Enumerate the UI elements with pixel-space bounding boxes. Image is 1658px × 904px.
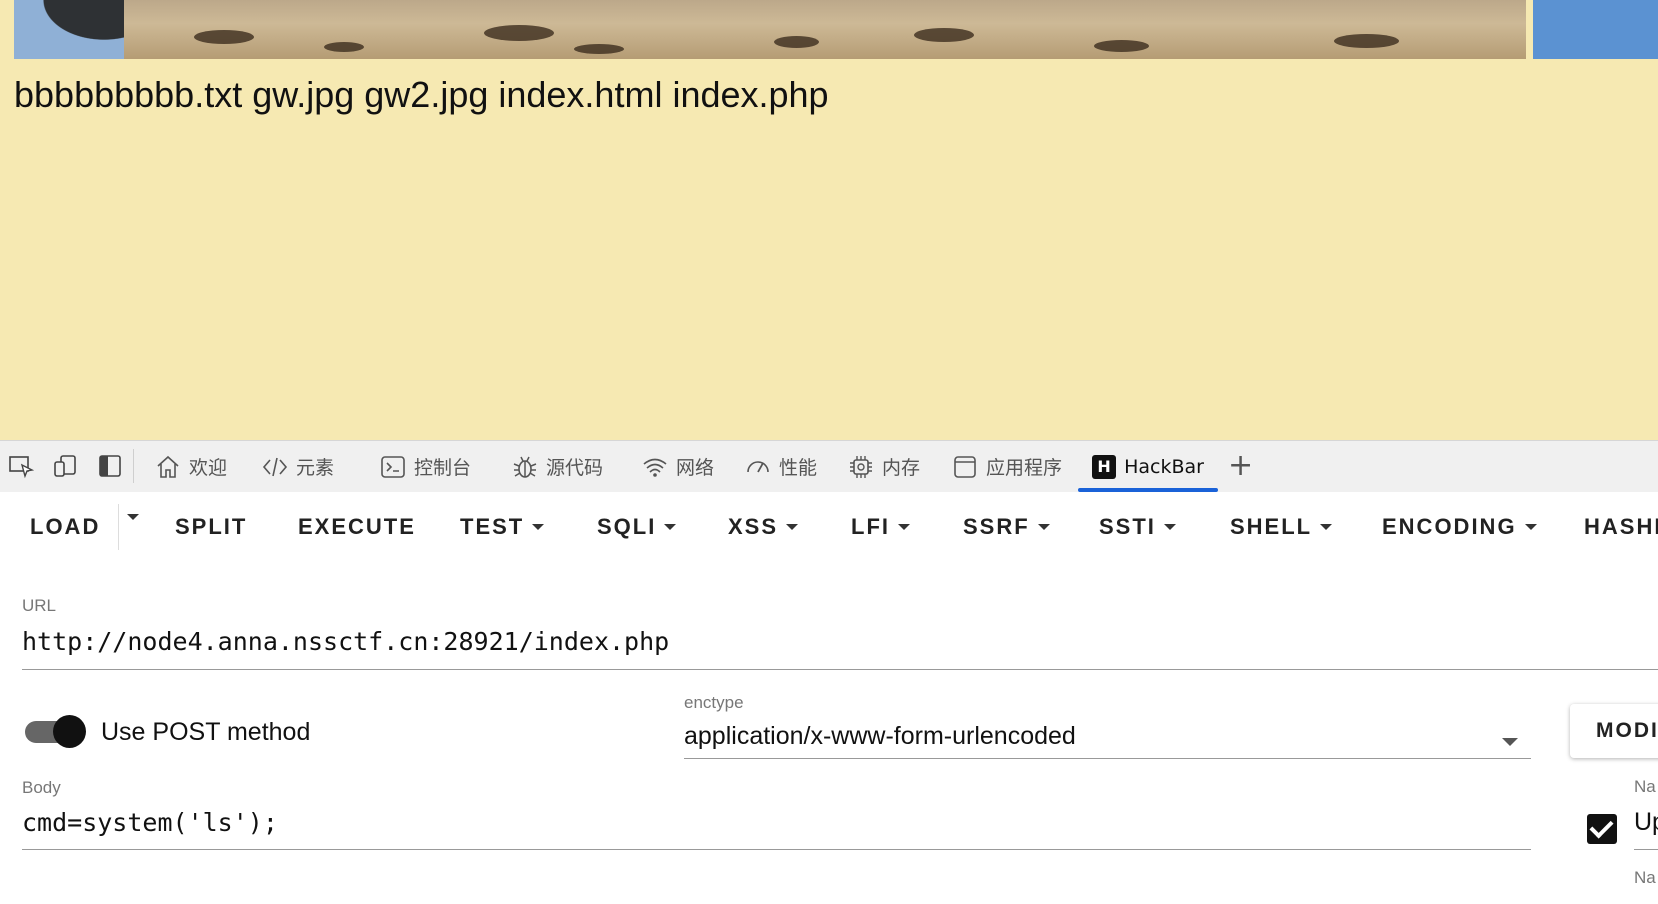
chevron-down-icon — [1320, 524, 1333, 530]
header-underline — [1634, 849, 1658, 850]
body-underline — [22, 849, 1531, 850]
encoding-menu[interactable]: ENCODING — [1382, 514, 1537, 540]
tab-label: 欢迎 — [189, 457, 228, 479]
execute-label: EXECUTE — [298, 514, 416, 539]
hackbar-panel: LOAD SPLIT EXECUTE TEST SQLI XSS LFI SSR… — [0, 492, 1658, 904]
shell-label: SHELL — [1230, 514, 1313, 539]
tab-welcome[interactable]: 欢迎 — [155, 441, 227, 492]
sqli-label: SQLI — [597, 514, 657, 539]
toggle-knob[interactable] — [53, 715, 86, 748]
bug-icon — [513, 456, 537, 478]
banner-image-2 — [1533, 0, 1658, 59]
hackbar-menubar: LOAD SPLIT EXECUTE TEST SQLI XSS LFI SSR… — [0, 492, 1658, 566]
load-button[interactable]: LOAD — [30, 514, 100, 540]
inspect-element-icon[interactable] — [8, 453, 34, 479]
url-underline — [22, 669, 1658, 670]
home-icon — [157, 455, 179, 478]
chevron-down-icon — [1037, 524, 1050, 530]
chevron-down-icon — [786, 524, 799, 530]
devtools-tabbar: 欢迎 元素 控制台 源代码 网络 性能 内存 应用程序 H HackBar + — [0, 440, 1658, 493]
tab-elements[interactable]: 元素 — [262, 441, 334, 492]
load-label: LOAD — [30, 514, 101, 539]
chip-icon — [850, 455, 872, 478]
body-label: Body — [22, 778, 61, 797]
tab-network[interactable]: 网络 — [642, 441, 714, 492]
xss-menu[interactable]: XSS — [728, 514, 799, 540]
url-label: URL — [22, 596, 57, 615]
web-page: bbbbbbbbb.txt gw.jpg gw2.jpg index.html … — [0, 0, 1658, 440]
ssrf-menu[interactable]: SSRF — [963, 514, 1050, 540]
hashing-menu[interactable]: HASHI — [1584, 514, 1658, 540]
ssti-menu[interactable]: SSTI — [1099, 514, 1176, 540]
chevron-down-icon — [898, 524, 910, 530]
app-window-icon — [954, 455, 976, 478]
toolbar-divider — [133, 449, 134, 483]
add-tab-icon[interactable]: + — [1228, 451, 1253, 481]
tab-label: 应用程序 — [986, 457, 1063, 479]
shell-menu[interactable]: SHELL — [1230, 514, 1333, 540]
ssrf-label: SSRF — [963, 514, 1030, 539]
test-label: TEST — [460, 514, 525, 539]
header-name-label-2: Na — [1634, 868, 1656, 887]
chevron-down-icon — [664, 524, 677, 530]
tab-application[interactable]: 应用程序 — [952, 441, 1062, 492]
tab-sources[interactable]: 源代码 — [512, 441, 603, 492]
encoding-label: ENCODING — [1382, 514, 1517, 539]
chevron-down-icon — [1163, 524, 1176, 530]
tab-label: 源代码 — [546, 457, 604, 479]
code-icon — [262, 457, 288, 476]
lfi-menu[interactable]: LFI — [851, 514, 910, 540]
modify-header-button[interactable]: MODI — [1570, 704, 1658, 758]
lfi-label: LFI — [851, 514, 890, 539]
tab-label: HackBar — [1124, 455, 1204, 478]
header-name-label: Na — [1634, 777, 1656, 796]
sqli-menu[interactable]: SQLI — [597, 514, 677, 540]
tab-label: 内存 — [882, 457, 921, 479]
enctype-select[interactable]: application/x-www-form-urlencoded — [684, 722, 1076, 751]
body-input[interactable]: cmd=system('ls'); — [22, 808, 278, 837]
tab-label: 元素 — [296, 457, 335, 479]
chevron-down-icon — [1524, 524, 1537, 530]
execute-button[interactable]: EXECUTE — [298, 514, 416, 540]
split-label: SPLIT — [175, 514, 248, 539]
chevron-down-icon — [127, 514, 139, 520]
gauge-icon — [747, 460, 769, 472]
tab-memory[interactable]: 内存 — [848, 441, 920, 492]
header-enabled-checkbox[interactable] — [1587, 814, 1617, 844]
load-divider — [118, 504, 119, 550]
header-name-input[interactable]: Up — [1634, 808, 1658, 837]
tab-label: 网络 — [676, 457, 715, 479]
tab-label: 性能 — [779, 457, 818, 479]
console-icon — [381, 455, 405, 478]
wifi-icon — [643, 458, 667, 477]
url-input[interactable]: http://node4.anna.nssctf.cn:28921/index.… — [22, 627, 669, 656]
tab-performance[interactable]: 性能 — [745, 441, 817, 492]
hashing-label: HASHI — [1584, 514, 1658, 539]
chevron-down-icon[interactable] — [1502, 738, 1518, 746]
banner-image — [14, 0, 1526, 59]
test-menu[interactable]: TEST — [460, 514, 545, 540]
dock-sidebar-icon[interactable] — [97, 453, 123, 479]
post-method-label: Use POST method — [101, 718, 311, 746]
chevron-down-icon — [532, 524, 545, 530]
enctype-underline — [684, 758, 1531, 759]
tab-label: 控制台 — [414, 457, 472, 479]
file-listing: bbbbbbbbb.txt gw.jpg gw2.jpg index.html … — [14, 74, 829, 115]
hackbar-logo-icon: H — [1092, 454, 1117, 479]
device-emulation-icon[interactable] — [52, 453, 78, 479]
xss-label: XSS — [728, 514, 779, 539]
tab-console[interactable]: 控制台 — [380, 441, 471, 492]
enctype-label: enctype — [684, 693, 744, 712]
split-button[interactable]: SPLIT — [175, 514, 247, 540]
load-dropdown-button[interactable] — [127, 514, 139, 520]
tab-hackbar[interactable]: H HackBar — [1078, 441, 1218, 492]
ssti-label: SSTI — [1099, 514, 1156, 539]
